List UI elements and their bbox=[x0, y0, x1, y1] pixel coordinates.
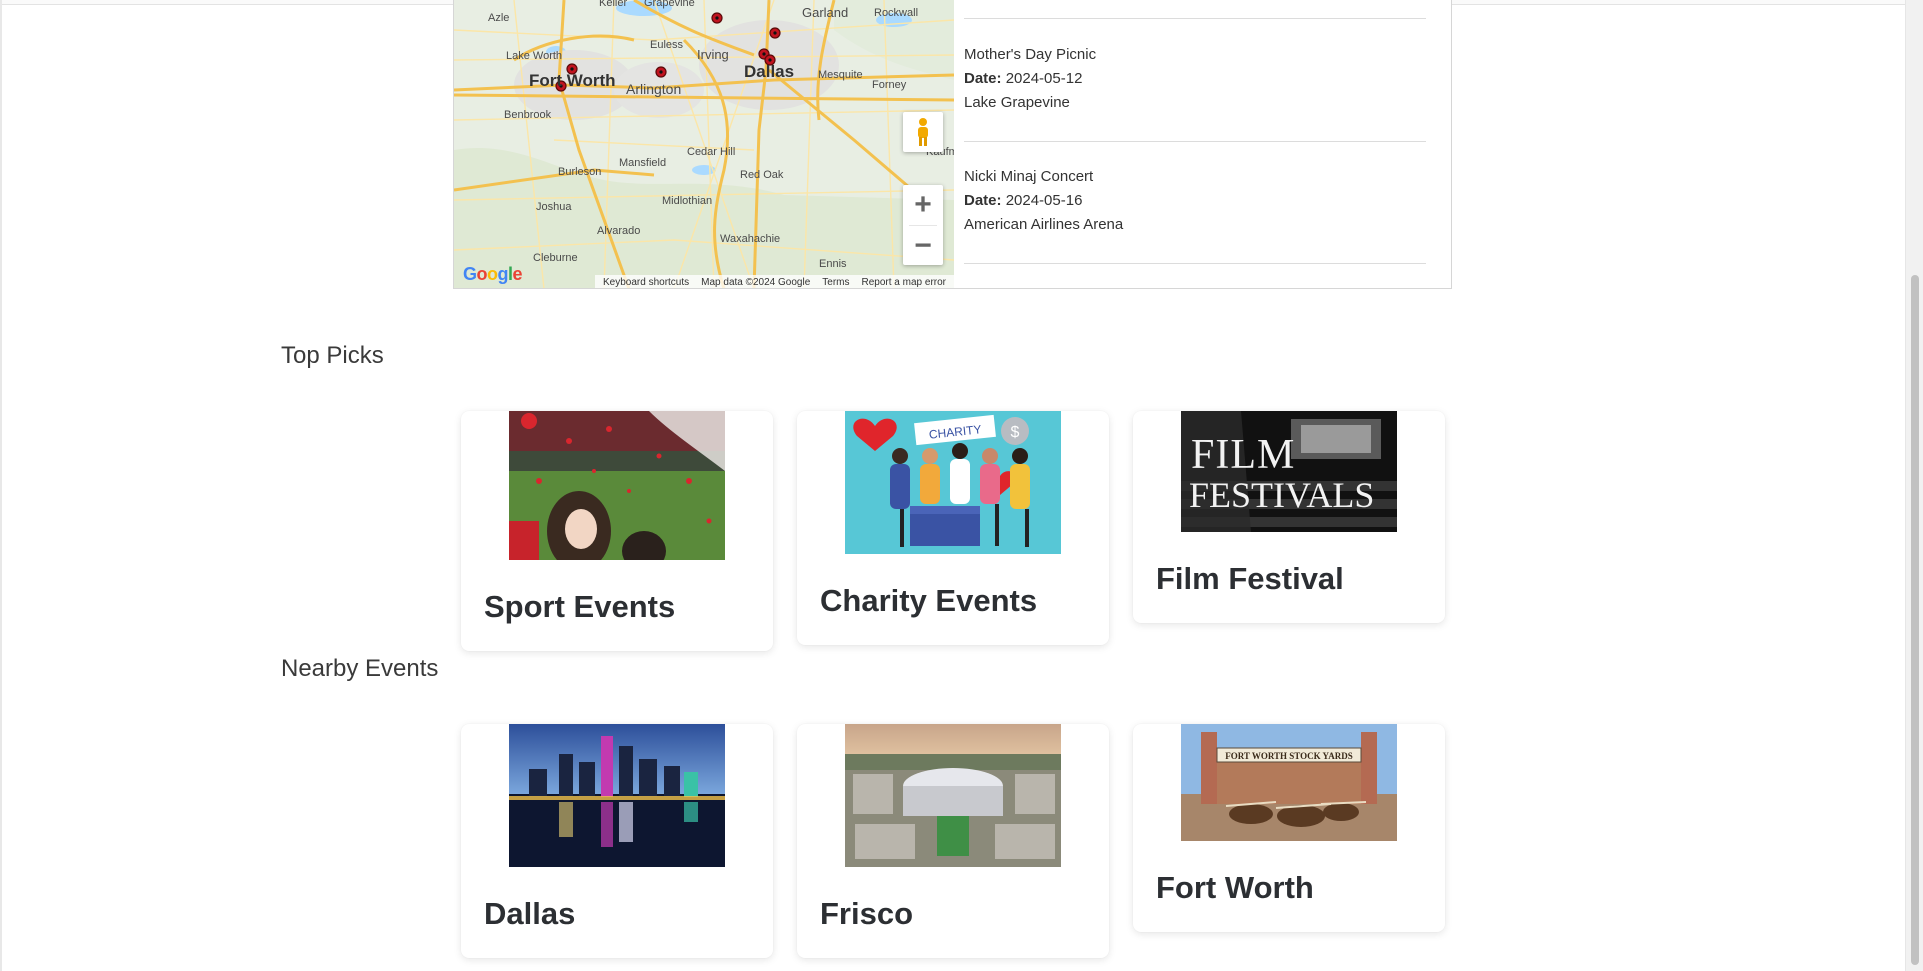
map-zoom-control: + − bbox=[903, 185, 943, 265]
frisco-image bbox=[845, 724, 1061, 867]
top-pick-card-film[interactable]: FILM FESTIVALS Film Festival bbox=[1133, 411, 1445, 623]
film-image-text-2: FESTIVALS bbox=[1189, 475, 1374, 515]
sport-events-image bbox=[509, 411, 725, 560]
map-label-fort-worth: Fort Worth bbox=[529, 71, 616, 90]
event-name: Mother's Day Picnic bbox=[964, 46, 1097, 63]
top-picks-heading: Top Picks bbox=[281, 342, 384, 369]
map-label-cedar-hill: Cedar Hill bbox=[687, 146, 736, 158]
event-divider bbox=[964, 263, 1426, 264]
nearby-card-dallas[interactable]: Dallas bbox=[461, 724, 773, 958]
event-item[interactable]: Nicki Minaj Concert Date: 2024-05-16 Ame… bbox=[964, 165, 1426, 237]
pegman-icon bbox=[918, 118, 928, 146]
map-label-alvarado: Alvarado bbox=[597, 225, 641, 237]
map-label-keller: Keller bbox=[599, 0, 628, 9]
map-label-azle: Azle bbox=[488, 12, 510, 24]
event-date-row: Date: 2024-05-12 bbox=[964, 67, 1426, 91]
nearby-events-heading: Nearby Events bbox=[281, 655, 439, 682]
map-label-mesquite: Mesquite bbox=[818, 69, 863, 81]
map-label-rockwall: Rockwall bbox=[874, 7, 919, 19]
google-logo[interactable]: Google bbox=[463, 264, 523, 285]
zoom-out-button[interactable]: − bbox=[903, 226, 943, 266]
event-venue: American Airlines Arena bbox=[964, 216, 1124, 233]
event-list: Mother's Day Picnic Date: 2024-05-12 Lak… bbox=[964, 0, 1426, 288]
window-left-edge bbox=[0, 0, 2, 971]
map-label-joshua: Joshua bbox=[536, 201, 572, 213]
film-image-text-1: FILM bbox=[1191, 432, 1295, 478]
event-name: Nicki Minaj Concert bbox=[964, 168, 1094, 185]
card-title: Fort Worth bbox=[1156, 870, 1314, 905]
events-map[interactable]: Azle Keller Grapevine Garland Rockwall E… bbox=[454, 0, 954, 289]
report-map-error-link[interactable]: Report a map error bbox=[862, 277, 946, 288]
map-label-lake-worth: Lake Worth bbox=[506, 50, 563, 62]
top-pick-card-charity[interactable]: CHARITY $ Charity Events bbox=[797, 411, 1109, 645]
page-scrollbar[interactable] bbox=[1905, 0, 1923, 971]
card-title: Film Festival bbox=[1156, 561, 1344, 596]
map-label-euless: Euless bbox=[650, 39, 684, 51]
charity-events-image: CHARITY $ bbox=[845, 411, 1061, 554]
terms-link[interactable]: Terms bbox=[822, 277, 849, 288]
nearby-card-fort-worth[interactable]: FORT WORTH STOCK YARDS Fort Worth bbox=[1133, 724, 1445, 932]
map-events-widget: Azle Keller Grapevine Garland Rockwall E… bbox=[453, 0, 1452, 289]
map-label-midlothian: Midlothian bbox=[662, 195, 713, 207]
map-canvas[interactable] bbox=[454, 0, 954, 289]
event-date: 2024-05-16 bbox=[1005, 192, 1083, 209]
map-label-cleburne: Cleburne bbox=[533, 252, 578, 264]
event-date-label: Date: bbox=[964, 192, 1002, 209]
map-label-waxahachie: Waxahachie bbox=[720, 233, 781, 245]
map-data-text: Map data ©2024 Google bbox=[701, 276, 811, 288]
event-divider bbox=[964, 18, 1426, 19]
scrollbar-thumb[interactable] bbox=[1911, 275, 1919, 965]
map-label-garland: Garland bbox=[802, 5, 849, 20]
map-label-dallas: Dallas bbox=[744, 62, 795, 81]
dallas-image bbox=[509, 724, 725, 867]
card-title: Dallas bbox=[484, 896, 576, 931]
card-title: Sport Events bbox=[484, 589, 676, 624]
event-date-row: Date: 2024-05-16 bbox=[964, 189, 1426, 213]
event-venue: Lake Grapevine bbox=[964, 94, 1070, 111]
event-date-label: Date: bbox=[964, 70, 1002, 87]
stockyards-sign-text: FORT WORTH STOCK YARDS bbox=[1225, 751, 1353, 761]
map-label-irving: Irving bbox=[697, 47, 729, 62]
top-pick-card-sport[interactable]: Sport Events bbox=[461, 411, 773, 651]
map-label-grapevine: Grapevine bbox=[644, 0, 695, 9]
street-view-pegman[interactable] bbox=[903, 112, 943, 152]
event-divider bbox=[964, 141, 1426, 142]
card-title: Charity Events bbox=[820, 583, 1038, 618]
keyboard-shortcuts-link[interactable]: Keyboard shortcuts bbox=[603, 277, 689, 288]
event-date: 2024-05-12 bbox=[1005, 70, 1083, 87]
map-label-forney: Forney bbox=[872, 79, 907, 91]
map-label-mansfield: Mansfield bbox=[619, 157, 667, 169]
map-attribution-bar: Keyboard shortcuts Map data ©2024 Google… bbox=[594, 275, 954, 288]
map-label-arlington: Arlington bbox=[626, 81, 682, 97]
map-label-red-oak: Red Oak bbox=[740, 169, 784, 181]
nearby-card-frisco[interactable]: Frisco bbox=[797, 724, 1109, 958]
map-label-benbrook: Benbrook bbox=[504, 109, 552, 121]
event-item[interactable]: Mother's Day Picnic Date: 2024-05-12 Lak… bbox=[964, 43, 1426, 115]
card-title: Frisco bbox=[820, 896, 914, 931]
svg-text:$: $ bbox=[1011, 424, 1020, 441]
map-label-burleson: Burleson bbox=[558, 166, 602, 178]
zoom-in-button[interactable]: + bbox=[903, 185, 943, 225]
film-festival-image: FILM FESTIVALS bbox=[1181, 411, 1397, 532]
map-label-ennis: Ennis bbox=[819, 258, 847, 270]
fort-worth-image: FORT WORTH STOCK YARDS bbox=[1181, 724, 1397, 841]
